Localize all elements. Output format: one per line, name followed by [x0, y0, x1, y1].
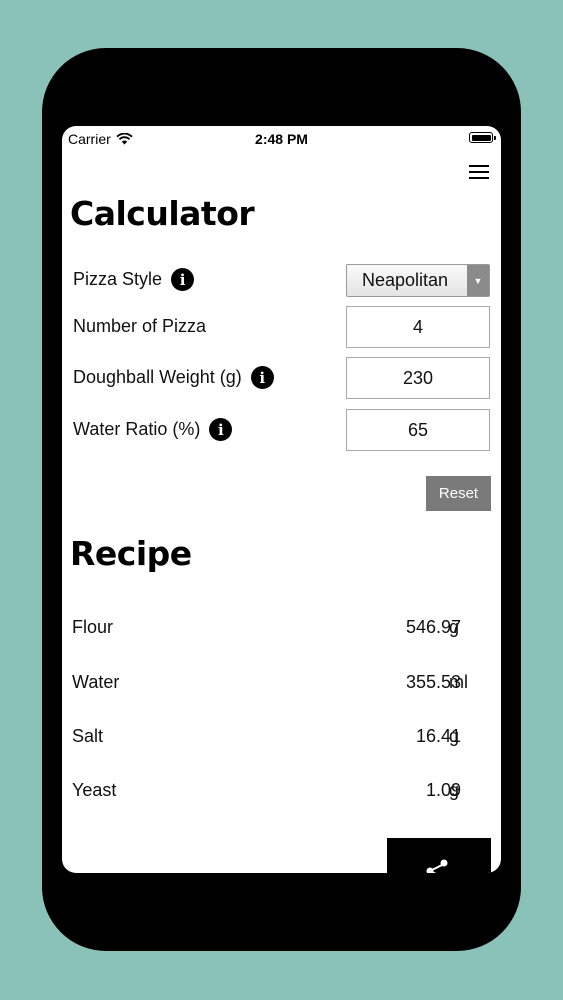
recipe-item-yeast-unit: g — [449, 780, 460, 800]
field-label-text: Water Ratio (%) — [73, 419, 201, 439]
recipe-item-flour-unit: g — [449, 617, 460, 637]
recipe-item-salt-label: Salt — [72, 726, 104, 746]
recipe-item-water-label: Water — [72, 672, 120, 692]
doughball-weight-input[interactable]: 230 — [346, 357, 490, 399]
field-label-text: Pizza Style — [73, 269, 163, 289]
info-icon[interactable]: i — [209, 418, 233, 441]
dropdown-arrow-icon: ▼ — [467, 265, 489, 296]
status-time: 2:48 PM — [255, 131, 308, 147]
recipe-item-salt-unit: g — [449, 726, 460, 746]
number-of-pizza-input[interactable]: 4 — [346, 306, 490, 348]
field-label-text: Doughball Weight (g) — [73, 367, 242, 387]
hamburger-menu-icon[interactable] — [467, 162, 491, 182]
field-label-text: Number of Pizza — [73, 316, 207, 336]
water-ratio-input[interactable]: 65 — [346, 409, 490, 451]
reset-button[interactable]: Reset — [426, 476, 491, 511]
recipe-item-flour-label: Flour — [72, 617, 114, 637]
battery-icon — [469, 132, 496, 143]
info-icon[interactable]: i — [250, 366, 274, 389]
share-button[interactable] — [387, 838, 491, 873]
info-icon[interactable]: i — [171, 268, 195, 291]
status-bar: Carrier 2:48 PM — [62, 126, 501, 152]
recipe-item-yeast-label: Yeast — [72, 780, 117, 800]
pizza-style-label: Pizza Style i — [73, 268, 195, 291]
recipe-title: Recipe — [70, 534, 192, 573]
doughball-weight-label: Doughball Weight (g) i — [73, 366, 274, 389]
share-icon — [426, 859, 448, 873]
water-ratio-label: Water Ratio (%) i — [73, 418, 233, 441]
number-of-pizza-label: Number of Pizza — [73, 316, 206, 337]
calculator-title: Calculator — [70, 194, 255, 233]
pizza-style-select[interactable]: Neapolitan ▼ — [346, 264, 490, 297]
pizza-style-value: Neapolitan — [361, 270, 449, 290]
recipe-item-water-unit: ml — [449, 672, 468, 692]
app-screen: Carrier 2:48 PM Calculator Pizza Style i… — [62, 126, 501, 873]
